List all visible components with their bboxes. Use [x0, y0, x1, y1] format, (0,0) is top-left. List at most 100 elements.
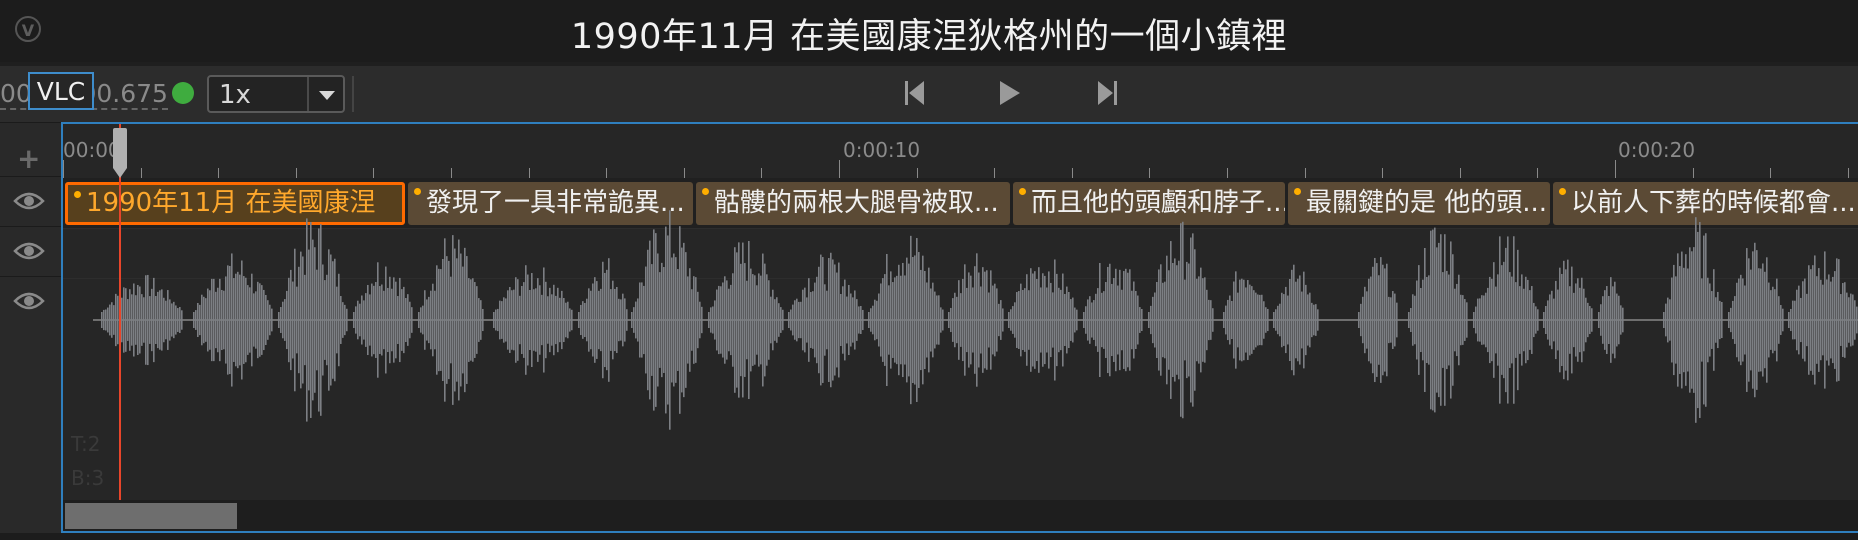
waveform-sample — [1697, 231, 1699, 409]
waveform-sample — [814, 282, 816, 358]
track-row-1 — [0, 176, 61, 226]
waveform-sample — [1782, 308, 1784, 332]
waveform-sample — [1188, 263, 1190, 377]
waveform-sample — [1062, 273, 1064, 367]
waveform-sample — [671, 257, 673, 383]
waveform-sample — [529, 289, 531, 351]
waveform-sample — [890, 271, 892, 369]
waveform-sample — [171, 303, 173, 337]
waveform-sample — [1551, 290, 1553, 350]
waveform-sample — [663, 267, 665, 373]
waveform-sample — [1610, 277, 1612, 363]
waveform-sample — [547, 296, 549, 344]
player-badge[interactable]: VLC — [28, 72, 94, 110]
waveform-sample — [1778, 296, 1780, 344]
scrollbar-thumb[interactable] — [65, 503, 237, 529]
waveform-sample — [580, 304, 582, 336]
waveform-sample — [320, 224, 322, 416]
playback-speed-select[interactable]: 1x — [207, 75, 345, 113]
waveform-sample — [448, 260, 450, 380]
waveform-sample — [1303, 271, 1305, 369]
waveform-sample — [932, 282, 934, 358]
waveform-sample — [870, 308, 872, 332]
skip-forward-button[interactable] — [1096, 80, 1118, 110]
waveform-sample — [1515, 282, 1517, 358]
eye-icon[interactable] — [13, 240, 45, 262]
waveform-sample — [1535, 306, 1537, 334]
waveform-sample — [1255, 292, 1257, 348]
waveform-sample — [302, 256, 304, 384]
waveform-sample — [405, 297, 407, 343]
timeline-scrollbar[interactable] — [63, 500, 1858, 531]
waveform-sample — [1285, 286, 1287, 354]
waveform-sample — [1545, 305, 1547, 335]
waveform-sample — [838, 262, 840, 378]
waveform-sample — [667, 235, 669, 405]
waveform-sample — [1832, 276, 1834, 364]
waveform-sample — [1507, 236, 1509, 404]
waveform-sample — [286, 290, 288, 350]
waveform-sample — [1428, 275, 1430, 365]
eye-icon[interactable] — [13, 290, 45, 312]
timeline[interactable]: 00:00 0:00:10 0:00:20 1990年11月 在美國康涅 發現了… — [61, 122, 1858, 533]
waveform-sample — [1087, 299, 1089, 341]
waveform-sample — [1689, 247, 1691, 393]
waveform-sample — [1559, 267, 1561, 373]
waveform-sample — [1620, 305, 1622, 335]
eye-icon[interactable] — [13, 190, 45, 212]
waveform-sample — [1818, 268, 1820, 372]
waveform-sample — [578, 312, 580, 328]
waveform-sample — [127, 299, 129, 341]
waveform-sample — [683, 242, 685, 398]
waveform-sample — [1663, 312, 1665, 328]
waveform-sample — [1277, 305, 1279, 335]
waveform-sample — [665, 226, 667, 414]
waveform-sample — [571, 309, 573, 331]
waveform-sample — [163, 297, 165, 343]
waveform-sample — [1150, 305, 1152, 335]
waveform-sample — [442, 258, 444, 382]
waveform-sample — [454, 248, 456, 392]
waveform-sample — [373, 285, 375, 355]
waveform-sample — [1289, 278, 1291, 362]
waveform-sample — [1014, 302, 1016, 338]
waveform-sample — [1366, 291, 1368, 349]
audio-waveform[interactable] — [63, 200, 1858, 500]
waveform-sample — [952, 298, 954, 342]
waveform-sample — [1711, 291, 1713, 349]
waveform-sample — [553, 284, 555, 356]
waveform-sample — [1064, 294, 1066, 346]
waveform-sample — [1026, 274, 1028, 366]
waveform-sample — [964, 264, 966, 376]
waveform-sample — [695, 277, 697, 363]
waveform-sample — [1820, 279, 1822, 361]
waveform-sample — [796, 298, 798, 342]
waveform-sample — [635, 301, 637, 339]
waveform-sample — [1671, 277, 1673, 363]
waveform-sample — [141, 294, 143, 346]
waveform-sample — [233, 278, 235, 362]
waveform-sample — [1168, 270, 1170, 370]
waveform-sample — [768, 280, 770, 360]
waveform-sample — [298, 266, 300, 374]
waveform-sample — [1018, 291, 1020, 349]
time-ruler[interactable]: 00:00 0:00:10 0:00:20 — [63, 124, 1858, 179]
waveform-sample — [101, 312, 103, 328]
add-track-icon[interactable]: + — [17, 145, 40, 173]
waveform-sample — [1715, 297, 1717, 343]
waveform-sample — [1008, 312, 1010, 328]
play-button[interactable] — [998, 80, 1022, 110]
waveform-sample — [750, 268, 752, 372]
waveform-sample — [497, 308, 499, 332]
waveform-sample — [438, 268, 440, 372]
waveform-sample — [567, 301, 569, 339]
waveform-sample — [1058, 287, 1060, 353]
waveform-sample — [1154, 292, 1156, 348]
waveform-sample — [878, 293, 880, 347]
waveform-sample — [1384, 268, 1386, 372]
waveform-sample — [290, 269, 292, 371]
playhead-handle[interactable] — [113, 128, 127, 168]
waveform-sample — [982, 267, 984, 373]
skip-back-button[interactable] — [904, 80, 926, 110]
waveform-sample — [1275, 309, 1277, 331]
